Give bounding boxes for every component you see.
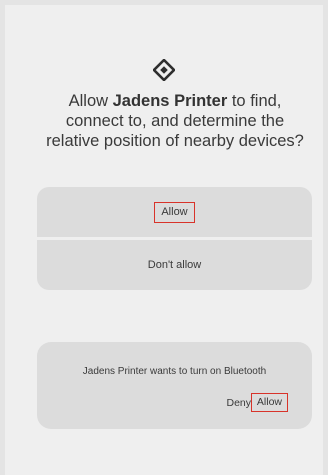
permission-dialog-icon: [5, 57, 323, 83]
permission-dialog-title: Allow Jadens Printer to find, connect to…: [41, 91, 309, 151]
bluetooth-deny-button[interactable]: Deny: [226, 397, 251, 409]
bluetooth-allow-button[interactable]: Allow: [250, 393, 288, 412]
screen: Allow Jadens Printer to find, connect to…: [5, 5, 323, 475]
permission-dont-allow-button[interactable]: Don't allow: [37, 240, 312, 290]
permission-allow-button[interactable]: Allow: [37, 187, 312, 237]
title-prefix: Allow: [68, 92, 113, 110]
nearby-devices-icon: [153, 59, 175, 81]
permission-dont-allow-label: Don't allow: [147, 259, 202, 271]
bluetooth-request-dialog: Jadens Printer wants to turn on Bluetoot…: [37, 342, 312, 429]
app-name: Jadens Printer: [112, 92, 228, 110]
bluetooth-request-message: Jadens Printer wants to turn on Bluetoot…: [82, 366, 267, 377]
permission-allow-label: Allow: [154, 201, 195, 223]
